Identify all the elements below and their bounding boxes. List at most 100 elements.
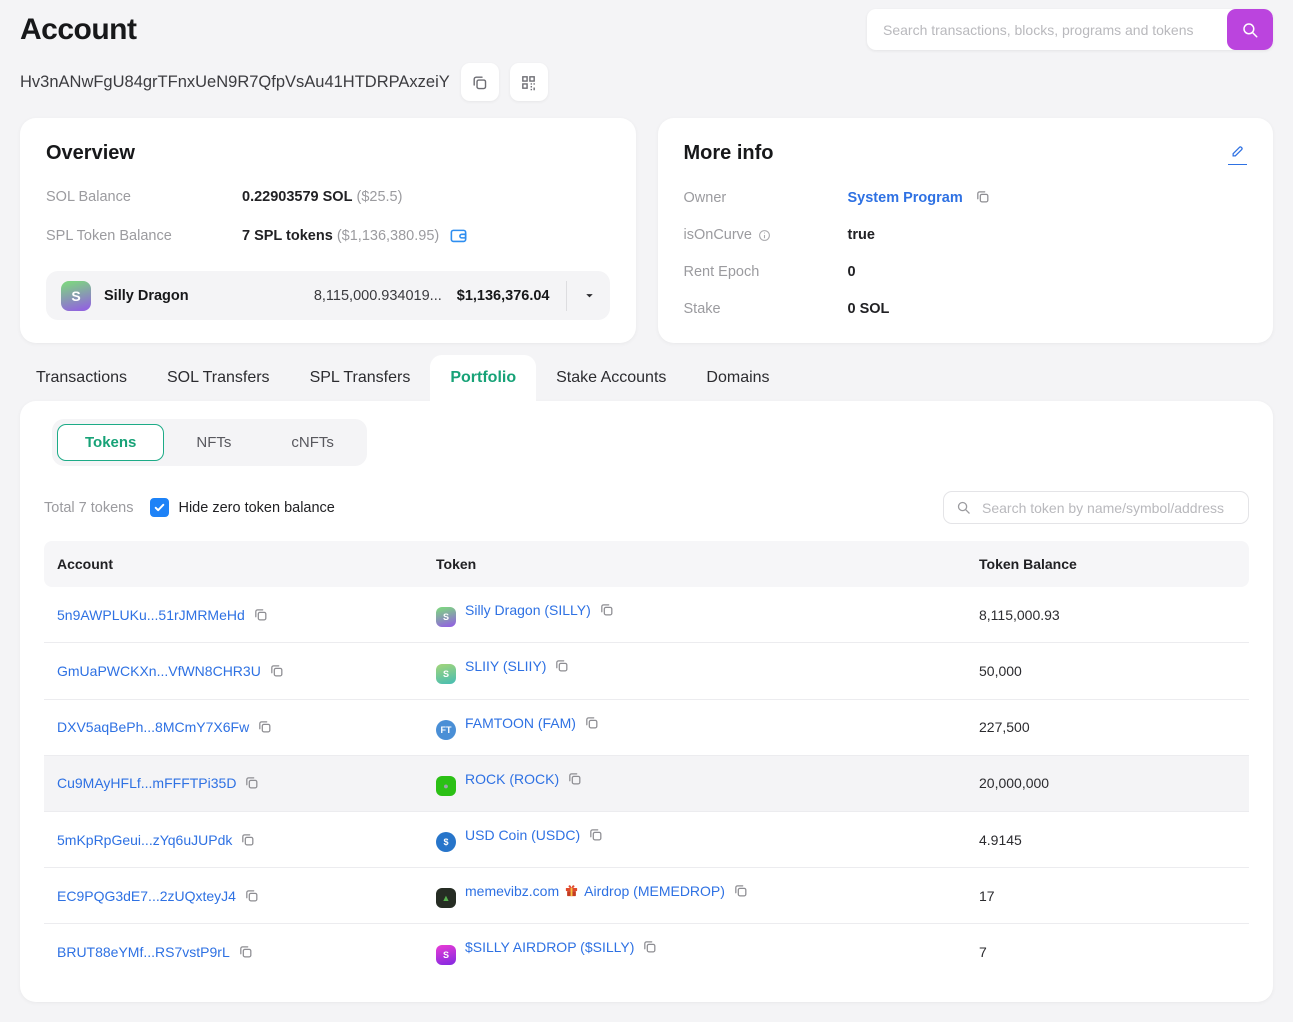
- token-link[interactable]: SLIIY (SLIIY): [465, 659, 546, 675]
- token-balance: 227,500: [966, 698, 1249, 756]
- stake-value: 0 SOL: [847, 301, 890, 318]
- copy-icon[interactable]: [975, 189, 990, 204]
- copy-icon[interactable]: [269, 663, 284, 678]
- token-link[interactable]: memevibz.com Airdrop (MEMEDROP): [465, 883, 725, 899]
- table-row: DXV5aqBePh...8MCmY7X6Fw FT FAMTOON (FAM) …: [44, 698, 1249, 756]
- owner-link[interactable]: System Program: [848, 190, 963, 206]
- token-search-input[interactable]: [980, 498, 1236, 517]
- copy-icon[interactable]: [733, 883, 748, 898]
- copy-icon[interactable]: [244, 775, 259, 790]
- sol-balance-label: SOL Balance: [46, 189, 131, 205]
- portfolio-subtabs: Tokens NFTs cNFTs: [52, 419, 367, 467]
- table-row: BRUT88eYMf...RS7vstP9rL S $SILLY AIRDROP …: [44, 923, 1249, 980]
- token-link[interactable]: ROCK (ROCK): [465, 771, 559, 787]
- token-selector-dropdown[interactable]: S Silly Dragon 8,115,000.934019... $1,13…: [46, 271, 610, 320]
- subtab-cnfts[interactable]: cNFTs: [263, 424, 362, 461]
- column-header-token: Token: [423, 541, 966, 588]
- token-search-bar: [943, 491, 1249, 525]
- global-search-bar: [867, 9, 1273, 50]
- silly-airdrop-token-icon: S: [436, 944, 456, 965]
- account-address-link[interactable]: DXV5aqBePh...8MCmY7X6Fw: [57, 719, 249, 735]
- is-on-curve-label: isOnCurve: [683, 227, 753, 244]
- token-balance: 4.9145: [966, 811, 1249, 868]
- token-link[interactable]: USD Coin (USDC): [465, 827, 580, 843]
- wallet-icon[interactable]: [449, 226, 468, 245]
- copy-icon[interactable]: [257, 719, 272, 734]
- qr-code-button[interactable]: [509, 63, 548, 101]
- column-header-token-balance: Token Balance: [966, 541, 1249, 588]
- summary-cards: Overview SOL Balance 0.22903579 SOL ($25…: [0, 101, 1293, 344]
- overview-title: Overview: [46, 142, 135, 164]
- rent-epoch-value: 0: [847, 264, 856, 281]
- tab-domains[interactable]: Domains: [686, 355, 789, 401]
- spl-balance-value: 7 SPL tokens: [242, 227, 333, 244]
- copy-icon[interactable]: [599, 602, 614, 617]
- page-title: Account: [20, 12, 137, 46]
- token-selector-icon: S: [61, 280, 91, 311]
- is-on-curve-row: isOnCurve true: [684, 227, 1248, 243]
- tokens-table: Account Token Token Balance 5n9AWPLUKu..…: [44, 541, 1249, 980]
- copy-icon[interactable]: [240, 832, 255, 847]
- copy-icon: [471, 74, 488, 91]
- filter-row: Total 7 tokens Hide zero token balance: [44, 491, 1249, 525]
- tab-sol-transfers[interactable]: SOL Transfers: [147, 355, 290, 401]
- account-address-link[interactable]: 5n9AWPLUKu...51rJMRMeHd: [57, 607, 245, 623]
- global-search-button[interactable]: [1227, 9, 1273, 50]
- hide-zero-checkbox[interactable]: [150, 498, 170, 518]
- search-icon: [1241, 21, 1259, 39]
- copy-icon[interactable]: [567, 771, 582, 786]
- account-address-link[interactable]: GmUaPWCKXn...VfWN8CHR3U: [57, 663, 261, 679]
- hide-zero-label: Hide zero token balance: [178, 499, 335, 516]
- chevron-down-icon: [583, 289, 596, 302]
- copy-icon[interactable]: [584, 715, 599, 730]
- token-link[interactable]: Silly Dragon (SILLY): [465, 602, 591, 618]
- copy-icon[interactable]: [554, 658, 569, 673]
- token-balance: 50,000: [966, 642, 1249, 700]
- token-link[interactable]: $SILLY AIRDROP ($SILLY): [465, 940, 634, 956]
- main-tabs: Transactions SOL Transfers SPL Transfers…: [0, 355, 1293, 402]
- tab-spl-transfers[interactable]: SPL Transfers: [290, 355, 431, 401]
- account-address: Hv3nANwFgU84grTFnxUeN9R7QfpVsAu41HTDRPAx…: [20, 72, 450, 91]
- edit-button[interactable]: [1228, 142, 1247, 165]
- rock-token-icon: ●: [436, 776, 456, 797]
- gift-icon: [564, 883, 579, 898]
- copy-icon[interactable]: [588, 827, 603, 842]
- copy-icon[interactable]: [244, 888, 259, 903]
- subtab-nfts[interactable]: NFTs: [168, 424, 259, 461]
- table-row: Cu9MAyHFLf...mFFFTPi35D ● ROCK (ROCK) 20,…: [44, 754, 1249, 812]
- tab-stake-accounts[interactable]: Stake Accounts: [536, 355, 686, 401]
- account-address-link[interactable]: EC9PQG3dE7...2zUQxteyJ4: [57, 888, 236, 904]
- copy-icon[interactable]: [642, 939, 657, 954]
- memedrop-token-icon: ▲: [436, 888, 456, 909]
- rent-epoch-label: Rent Epoch: [683, 264, 760, 281]
- more-info-title: More info: [683, 142, 774, 164]
- spl-balance-usd: ($1,136,380.95): [336, 227, 440, 244]
- copy-address-button[interactable]: [460, 63, 499, 101]
- token-balance: 8,115,000.93: [979, 606, 1060, 623]
- owner-row: Owner System Program: [684, 189, 1248, 206]
- account-address-link[interactable]: Cu9MAyHFLf...mFFFTPi35D: [57, 776, 236, 792]
- usdc-token-icon: $: [436, 832, 456, 853]
- account-address-link[interactable]: 5mKpRpGeui...zYq6uJUPdk: [57, 832, 232, 848]
- search-icon: [956, 500, 971, 515]
- token-balance: 20,000,000: [966, 754, 1249, 812]
- token-link[interactable]: FAMTOON (FAM): [465, 715, 576, 731]
- sliiy-token-icon: S: [436, 663, 456, 684]
- table-row: GmUaPWCKXn...VfWN8CHR3U S SLIIY (SLIIY) 5…: [44, 642, 1249, 700]
- rent-epoch-row: Rent Epoch 0: [684, 264, 1248, 280]
- copy-icon[interactable]: [238, 944, 253, 959]
- more-info-card: More info Owner System Program isOnCurve…: [657, 118, 1273, 344]
- global-search-input[interactable]: [867, 21, 1227, 38]
- overview-card: Overview SOL Balance 0.22903579 SOL ($25…: [20, 118, 636, 344]
- tab-portfolio[interactable]: Portfolio: [430, 355, 537, 402]
- owner-label: Owner: [683, 189, 727, 206]
- tab-transactions[interactable]: Transactions: [16, 355, 147, 401]
- account-address-link[interactable]: BRUT88eYMf...RS7vstP9rL: [57, 944, 230, 960]
- copy-icon[interactable]: [253, 607, 268, 622]
- token-balance: 7: [966, 923, 1249, 980]
- token-selector-usd: $1,136,376.04: [456, 287, 550, 304]
- subtab-tokens[interactable]: Tokens: [57, 424, 165, 462]
- divider: [565, 280, 567, 311]
- token-selector-name: Silly Dragon: [104, 287, 189, 304]
- info-icon[interactable]: [758, 229, 771, 242]
